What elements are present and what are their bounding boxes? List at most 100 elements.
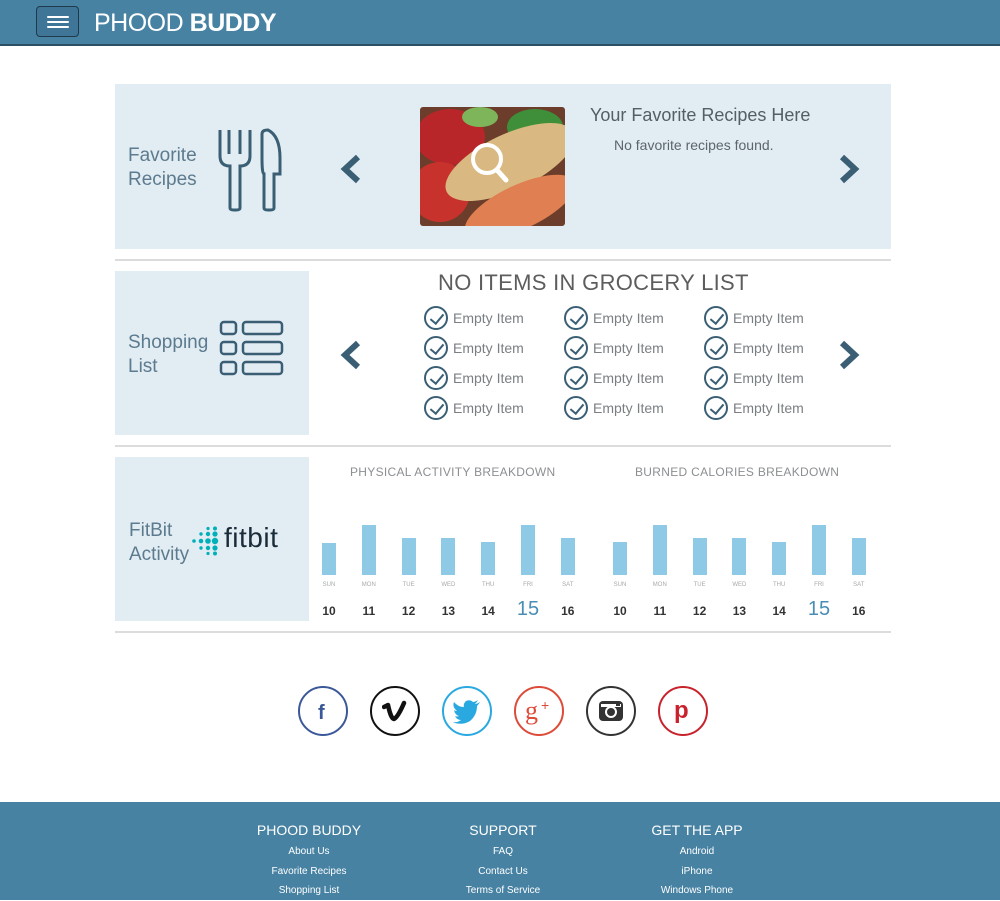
pinterest-icon: p xyxy=(671,697,695,725)
grocery-item[interactable]: Empty Item xyxy=(424,395,524,421)
footer-link-about-us[interactable]: About Us xyxy=(209,842,409,862)
grocery-item[interactable]: Empty Item xyxy=(704,305,804,331)
grocery-item[interactable]: Empty Item xyxy=(564,395,664,421)
fitbit-logo-icon xyxy=(192,526,219,556)
grocery-item[interactable]: Empty Item xyxy=(424,335,524,361)
footer: PHOOD BUDDY About Us Favorite Recipes Sh… xyxy=(0,802,1000,900)
svg-text:+: + xyxy=(541,697,549,713)
chart-bar[interactable] xyxy=(481,542,496,575)
svg-text:f: f xyxy=(318,702,325,722)
chart-bar[interactable] xyxy=(851,538,866,575)
check-circle-icon xyxy=(564,396,588,420)
chart-date-label: 12 xyxy=(401,604,416,618)
svg-text:p: p xyxy=(674,697,689,724)
check-circle-icon xyxy=(424,396,448,420)
recipe-thumbnail[interactable] xyxy=(420,107,565,226)
fork-knife-icon xyxy=(218,128,282,212)
fitbit-activity-label: FitBit Activity xyxy=(129,519,189,567)
twitter-link[interactable] xyxy=(442,686,492,736)
footer-link-iphone[interactable]: iPhone xyxy=(597,862,797,882)
grocery-item[interactable]: Empty Item xyxy=(424,365,524,391)
grocery-item[interactable]: Empty Item xyxy=(564,335,664,361)
grocery-item-label: Empty Item xyxy=(733,400,804,416)
chart-bar[interactable] xyxy=(441,538,456,575)
hamburger-menu-button[interactable] xyxy=(36,6,79,37)
favorites-next-arrow[interactable] xyxy=(838,154,860,184)
check-circle-icon xyxy=(424,306,448,330)
chart-bar[interactable] xyxy=(652,525,667,575)
fitbit-logo-text: fitbit xyxy=(224,522,279,553)
chart-day-label: FRI xyxy=(523,582,533,588)
pinterest-link[interactable]: p xyxy=(658,686,708,736)
google-plus-icon: g + xyxy=(522,697,556,725)
facebook-link[interactable]: f xyxy=(298,686,348,736)
shopping-prev-arrow[interactable] xyxy=(340,340,362,370)
instagram-icon xyxy=(598,699,624,723)
chart-title: PHYSICAL ACTIVITY BREAKDOWN xyxy=(350,465,556,479)
favorites-prev-arrow[interactable] xyxy=(340,154,362,184)
grocery-item-label: Empty Item xyxy=(593,310,664,326)
facebook-icon: f xyxy=(313,700,333,722)
section-divider xyxy=(115,631,891,633)
chart-date-label: 15 xyxy=(516,598,540,620)
chart-bar[interactable] xyxy=(692,538,707,575)
footer-link-windows-phone[interactable]: Windows Phone xyxy=(597,881,797,901)
grocery-list-title: NO ITEMS IN GROCERY LIST xyxy=(438,270,749,295)
chart-bar[interactable] xyxy=(560,538,575,575)
shopping-list-label: Shopping List xyxy=(128,331,208,379)
footer-link-shopping-list[interactable]: Shopping List xyxy=(209,881,409,901)
chart-bar[interactable] xyxy=(812,525,826,575)
grocery-item[interactable]: Empty Item xyxy=(704,365,804,391)
check-circle-icon xyxy=(704,336,728,360)
chart-day-label: WED xyxy=(441,582,456,588)
chart-date-label: 13 xyxy=(732,604,747,618)
twitter-icon xyxy=(452,698,482,724)
chart-date-label: 12 xyxy=(692,604,707,618)
grocery-item-label: Empty Item xyxy=(453,310,524,326)
chart-bar[interactable] xyxy=(772,542,787,575)
chart-date-label: 16 xyxy=(852,604,866,618)
grocery-item[interactable]: Empty Item xyxy=(564,305,664,331)
check-circle-icon xyxy=(704,306,728,330)
chart-bar[interactable] xyxy=(401,538,416,575)
footer-link-contact-us[interactable]: Contact Us xyxy=(403,862,603,882)
chart-date-label: 16 xyxy=(561,604,575,618)
vimeo-icon xyxy=(382,699,408,723)
check-circle-icon xyxy=(564,336,588,360)
chart-day-label: THU xyxy=(482,582,495,588)
chart-day-label: SUN xyxy=(613,582,627,588)
grocery-item[interactable]: Empty Item xyxy=(704,335,804,361)
check-circle-icon xyxy=(704,396,728,420)
footer-link-android[interactable]: Android xyxy=(597,842,797,862)
footer-heading: PHOOD BUDDY xyxy=(256,822,362,838)
chart-day-label: TUE xyxy=(693,582,706,588)
chart-bar[interactable] xyxy=(521,525,535,575)
section-divider xyxy=(115,445,891,447)
footer-link-faq[interactable]: FAQ xyxy=(403,842,603,862)
chart-date-label: 14 xyxy=(481,604,495,618)
grocery-item[interactable]: Empty Item xyxy=(424,305,524,331)
check-circle-icon xyxy=(564,366,588,390)
check-circle-icon xyxy=(704,366,728,390)
favorite-recipes-label: Favorite Recipes xyxy=(128,144,197,192)
google-plus-link[interactable]: g + xyxy=(514,686,564,736)
chart-day-label: WED xyxy=(732,582,747,588)
chart-date-label: 13 xyxy=(441,604,456,618)
favorite-recipes-label-line1: Favorite xyxy=(128,145,197,166)
footer-link-terms[interactable]: Terms of Service xyxy=(403,881,603,901)
check-circle-icon xyxy=(424,366,448,390)
vimeo-link[interactable] xyxy=(370,686,420,736)
grocery-item[interactable]: Empty Item xyxy=(704,395,804,421)
chart-day-label: FRI xyxy=(814,582,824,588)
chart-bar[interactable] xyxy=(361,525,376,575)
instagram-link[interactable] xyxy=(586,686,636,736)
footer-link-favorite-recipes[interactable]: Favorite Recipes xyxy=(209,862,409,882)
chart-bar[interactable] xyxy=(613,542,627,575)
top-navbar: PHOOD BUDDY xyxy=(0,0,1000,46)
grocery-item[interactable]: Empty Item xyxy=(564,365,664,391)
shopping-list-label-line1: Shopping xyxy=(128,332,209,353)
shopping-next-arrow[interactable] xyxy=(838,340,860,370)
chart-bar[interactable] xyxy=(322,543,336,575)
chart-bar[interactable] xyxy=(732,538,747,575)
brand-logo[interactable]: PHOOD BUDDY xyxy=(94,9,277,38)
